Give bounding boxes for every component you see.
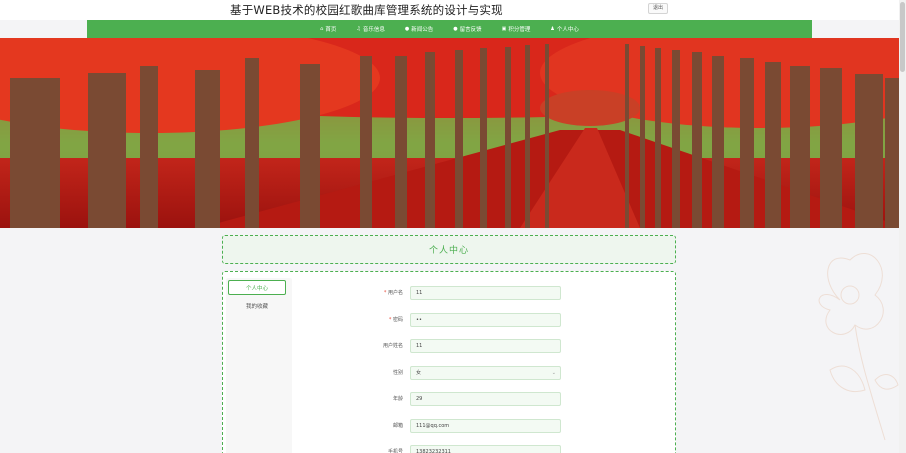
nav-item-5[interactable]: ♟ 个人中心 [540,20,589,38]
form-label-text: 邮箱 [392,422,403,429]
tree-trunk [692,52,702,228]
side-menu-item[interactable]: 我的收藏 [228,298,286,313]
tree-trunk [480,48,487,228]
personal-center-header: 个人中心 [222,235,676,264]
nav-item-label: 留言反馈 [459,27,482,33]
form-input-value: 11 [416,343,423,349]
form-input-value: 13823232311 [416,449,451,453]
chevron-down-icon: ⌄ [551,369,556,376]
form-input-value: 29 [416,396,423,402]
form-label-text: 用户姓名 [382,343,403,349]
form-row: * 用户名 11 [293,286,668,301]
home-icon: ⌂ [320,26,324,32]
form-label-text: 性别 [392,369,403,376]
form-input-value: 11 [416,290,423,296]
tree-trunk [740,58,754,228]
form-input[interactable]: 11 [410,286,561,300]
main-nav: ⌂ 首页 ♫ 音乐信息 ● 新闻公告 ● 留言反馈 ▣ 积分管理 ♟ 个人中心 [87,20,812,38]
form-row: 邮箱 111@qq.com [293,418,668,434]
tree-trunk [820,68,842,228]
form-label: * 用户名 [384,289,403,296]
page-scrollbar[interactable] [899,0,906,453]
form-input-value: 111@qq.com [416,422,450,429]
form-input-value: 女 [416,369,422,376]
form-label: 用户姓名 [383,342,403,349]
feedback-icon: ● [453,26,458,32]
cart-icon: ▣ [501,26,507,32]
form-row: 年龄 29 [293,392,668,407]
form-input-value: •• [416,316,422,323]
music-icon: ♫ [356,26,361,32]
form-input[interactable]: 11 [410,339,561,353]
form-label-text: 用户名 [387,290,403,296]
tree-trunk [525,45,530,228]
tree-trunk [855,74,883,228]
form-input[interactable]: 29 [410,392,561,406]
form-label: 年龄 [393,395,403,402]
form-label: 邮箱 [393,422,403,429]
banner-carousel[interactable] [0,38,906,228]
scrollbar-thumb[interactable] [900,2,905,72]
site-title: 基于WEB技术的校园红歌曲库管理系统的设计与实现 [230,3,503,17]
side-menu: 个人中心 我的收藏 [228,280,288,316]
tree-trunk [10,78,60,228]
tree-trunk [790,66,810,228]
form-label: 手机号 [388,448,403,453]
top-bar: 基于WEB技术的校园红歌曲库管理系统的设计与实现 退出 [0,0,906,20]
form-label-text: 手机号 [387,449,403,453]
nav-item-2[interactable]: ● 新闻公告 [395,20,443,38]
nav-item-1[interactable]: ♫ 音乐信息 [346,20,395,38]
side-menu-item[interactable]: 个人中心 [228,280,286,295]
news-icon: ● [404,26,410,32]
nav-item-0[interactable]: ⌂ 首页 [310,20,346,38]
tree-trunk [505,47,511,228]
tree-trunk [455,50,463,228]
tree-trunk [712,56,724,228]
tree-trunk [655,48,661,228]
tree-trunk [425,52,435,228]
tree-trunk [300,64,320,228]
tree-trunk [88,73,126,228]
tree-trunk [195,70,220,228]
nav-item-label: 积分管理 [508,27,531,33]
tree-trunk [140,66,158,228]
nav-item-3[interactable]: ● 留言反馈 [443,20,491,38]
form-label: * 密码 [389,316,403,323]
tree-trunk [545,44,549,228]
tree-trunk [395,56,407,228]
form-row: * 密码 •• [293,312,668,328]
tree-trunk [245,58,259,228]
form-input[interactable]: 13823232311 [410,445,561,453]
page-title: 个人中心 [428,246,469,256]
form-row: 用户姓名 11 [293,339,668,354]
personal-center-panel: 个人中心 我的收藏 * 用户名 11 * 密码 •• 用户姓名 11 性别女 ⌄ 年龄 29 邮箱 11… [222,271,676,453]
nav-item-label: 音乐信息 [362,27,385,33]
form-row: 手机号 13823232311 [293,445,668,453]
nav-item-label: 个人中心 [556,27,579,33]
tree-trunk [360,56,372,228]
tree-trunk [672,50,680,228]
nav-item-label: 新闻公告 [411,27,434,33]
form-label-text: 密码 [392,316,403,323]
form-label: 性别 [393,369,403,376]
gender-select[interactable]: 女 ⌄ [410,365,561,380]
tree-trunk [625,44,629,228]
banner-image [0,38,906,228]
logout-button[interactable]: 退出 [648,3,668,14]
nav-item-label: 首页 [325,27,337,33]
decorative-flower [818,253,899,441]
user-icon: ♟ [550,26,555,32]
form-row: 性别女 ⌄ [293,365,668,381]
form-label-text: 年龄 [392,396,403,402]
form-input[interactable]: •• [410,312,561,327]
nav-item-4[interactable]: ▣ 积分管理 [492,20,541,38]
tree-trunk [765,62,781,228]
tree-trunk [640,46,645,228]
form-input[interactable]: 111@qq.com [410,418,561,433]
